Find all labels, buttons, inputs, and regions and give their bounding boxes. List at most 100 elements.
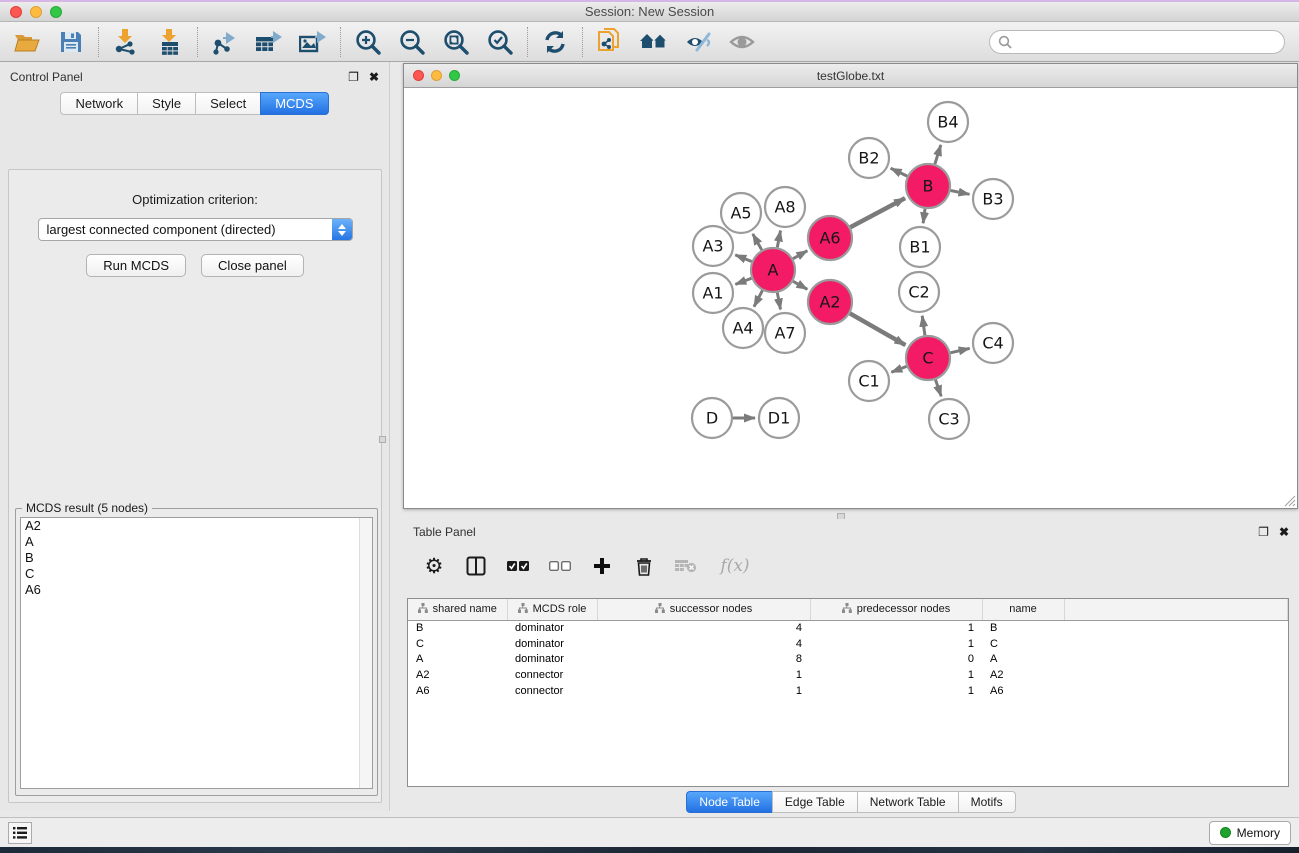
open-session-icon[interactable]: [12, 27, 42, 57]
vertical-splitter-handle[interactable]: [379, 436, 386, 443]
cell-predecessor-nodes[interactable]: 1: [810, 683, 982, 699]
graph-edge-C-C4[interactable]: [950, 348, 969, 352]
cell-name[interactable]: A6: [982, 683, 1064, 699]
search-field[interactable]: [989, 30, 1285, 54]
cell-name[interactable]: C: [982, 636, 1064, 652]
cell-predecessor-nodes[interactable]: 0: [810, 652, 982, 668]
cell-MCDS-role[interactable]: dominator: [507, 636, 597, 652]
table-row[interactable]: A6connector11A6: [408, 683, 1288, 699]
run-mcds-button[interactable]: Run MCDS: [86, 254, 186, 277]
search-input[interactable]: [1012, 35, 1284, 49]
export-network-icon[interactable]: [210, 27, 240, 57]
tab-motifs[interactable]: Motifs: [958, 791, 1016, 813]
tab-network[interactable]: Network: [60, 92, 137, 115]
cell-shared-name[interactable]: A2: [408, 667, 507, 683]
graph-edge-B-B4[interactable]: [935, 145, 941, 164]
import-network-icon[interactable]: [111, 27, 141, 57]
float-table-panel-icon[interactable]: ❐: [1258, 526, 1269, 538]
cell-shared-name[interactable]: A6: [408, 683, 507, 699]
result-item[interactable]: C: [21, 566, 372, 582]
close-panel-icon[interactable]: ✖: [369, 71, 379, 83]
result-list-scrollbar[interactable]: [359, 518, 372, 788]
float-panel-icon[interactable]: ❐: [348, 71, 359, 83]
graph-edge-A-A7[interactable]: [777, 293, 780, 310]
export-table-icon[interactable]: [254, 27, 284, 57]
column-header-shared-name[interactable]: shared name: [408, 599, 507, 620]
tab-select[interactable]: Select: [195, 92, 260, 115]
cell-predecessor-nodes[interactable]: 1: [810, 636, 982, 652]
graph-edge-B-B2[interactable]: [891, 168, 908, 176]
graph-edge-A-A1[interactable]: [735, 278, 751, 284]
cell-shared-name[interactable]: A: [408, 652, 507, 668]
table-row[interactable]: Adominator80A: [408, 652, 1288, 668]
window-resize-grip[interactable]: [1284, 495, 1296, 507]
tab-style[interactable]: Style: [137, 92, 195, 115]
export-image-icon[interactable]: [298, 27, 328, 57]
cell-successor-nodes[interactable]: 8: [597, 652, 810, 668]
cell-MCDS-role[interactable]: dominator: [507, 652, 597, 668]
node-table[interactable]: shared nameMCDS rolesuccessor nodesprede…: [407, 598, 1289, 787]
graph-edge-A-A3[interactable]: [735, 255, 751, 262]
result-item[interactable]: A: [21, 534, 372, 550]
cell-name[interactable]: A: [982, 652, 1064, 668]
save-session-icon[interactable]: [56, 27, 86, 57]
zoom-selected-icon[interactable]: [485, 27, 515, 57]
refresh-view-icon[interactable]: [540, 27, 570, 57]
table-row[interactable]: Cdominator41C: [408, 636, 1288, 652]
cell-predecessor-nodes[interactable]: 1: [810, 667, 982, 683]
zoom-in-icon[interactable]: [353, 27, 383, 57]
graph-edge-A-A6[interactable]: [793, 251, 807, 259]
column-header-successor-nodes[interactable]: successor nodes: [597, 599, 810, 620]
network-from-document-icon[interactable]: [595, 27, 625, 57]
graph-edge-B-B1[interactable]: [923, 209, 925, 223]
cell-MCDS-role[interactable]: connector: [507, 683, 597, 699]
graph-edge-A-A4[interactable]: [754, 290, 762, 306]
function-builder-icon[interactable]: f(x): [717, 555, 753, 577]
hide-selected-icon[interactable]: [683, 27, 713, 57]
cell-successor-nodes[interactable]: 1: [597, 667, 810, 683]
cell-name[interactable]: B: [982, 620, 1064, 636]
network-window-titlebar[interactable]: testGlobe.txt: [404, 64, 1297, 88]
graph-edge-C-C1[interactable]: [891, 366, 906, 372]
graph-edge-C-C3[interactable]: [935, 380, 941, 397]
graph-edge-A-A8[interactable]: [777, 231, 780, 248]
cell-name[interactable]: A2: [982, 667, 1064, 683]
cell-MCDS-role[interactable]: dominator: [507, 620, 597, 636]
graph-edge-A-A2[interactable]: [793, 281, 807, 289]
table-row[interactable]: Bdominator41B: [408, 620, 1288, 636]
first-neighbors-icon[interactable]: [639, 27, 669, 57]
cell-shared-name[interactable]: C: [408, 636, 507, 652]
delete-column-icon[interactable]: [633, 555, 655, 577]
tab-network-table[interactable]: Network Table: [857, 791, 958, 813]
import-table-icon[interactable]: [155, 27, 185, 57]
table-row[interactable]: A2connector11A2: [408, 667, 1288, 683]
cell-shared-name[interactable]: B: [408, 620, 507, 636]
result-item[interactable]: B: [21, 550, 372, 566]
network-canvas[interactable]: AA1A2A3A4A5A6A7A8BB1B2B3B4CC1C2C3C4DD1: [404, 89, 1297, 508]
close-panel-button[interactable]: Close panel: [201, 254, 304, 277]
zoom-out-icon[interactable]: [397, 27, 427, 57]
tab-node-table[interactable]: Node Table: [686, 791, 772, 813]
tab-edge-table[interactable]: Edge Table: [772, 791, 857, 813]
delete-table-icon[interactable]: [675, 555, 697, 577]
settings-gear-icon[interactable]: ⚙: [423, 555, 445, 577]
graph-edge-C-C2[interactable]: [922, 316, 925, 335]
close-table-panel-icon[interactable]: ✖: [1279, 526, 1289, 538]
cell-successor-nodes[interactable]: 4: [597, 636, 810, 652]
tab-mcds[interactable]: MCDS: [260, 92, 328, 115]
criterion-dropdown[interactable]: largest connected component (directed): [38, 218, 353, 241]
select-all-checks-icon[interactable]: [507, 555, 529, 577]
add-column-icon[interactable]: [591, 555, 613, 577]
show-columns-icon[interactable]: [465, 555, 487, 577]
zoom-fit-icon[interactable]: [441, 27, 471, 57]
graph-edge-A6-B[interactable]: [850, 198, 905, 227]
deselect-all-checks-icon[interactable]: [549, 555, 571, 577]
cell-successor-nodes[interactable]: 1: [597, 683, 810, 699]
task-history-button[interactable]: [8, 822, 32, 844]
mcds-result-list[interactable]: A2ABCA6: [20, 517, 373, 789]
column-header-MCDS-role[interactable]: MCDS role: [507, 599, 597, 620]
column-header-predecessor-nodes[interactable]: predecessor nodes: [810, 599, 982, 620]
show-all-icon[interactable]: [727, 27, 757, 57]
cell-MCDS-role[interactable]: connector: [507, 667, 597, 683]
graph-edge-A2-C[interactable]: [850, 313, 905, 345]
